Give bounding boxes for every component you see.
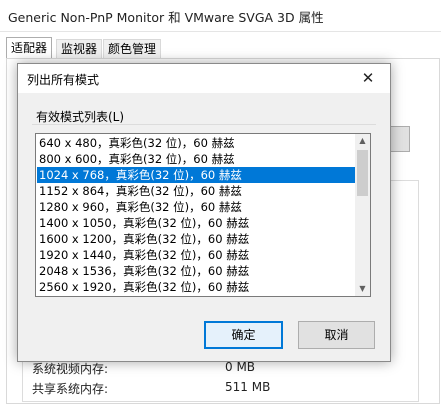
cancel-button[interactable]: 取消 xyxy=(298,321,375,349)
mode-listbox[interactable]: 640 x 480，真彩色(32 位)，60 赫兹 800 x 600，真彩色(3… xyxy=(35,133,371,297)
mode-list-item[interactable]: 2048 x 1536，真彩色(32 位)，60 赫兹 xyxy=(37,263,356,279)
shared-system-memory-value: 511 MB xyxy=(225,380,271,394)
ok-button[interactable]: 确定 xyxy=(204,321,283,349)
system-video-memory-value: 0 MB xyxy=(225,360,256,374)
parent-hidden-button[interactable] xyxy=(388,126,410,152)
mode-list-item[interactable]: 1400 x 1050，真彩色(32 位)，60 赫兹 xyxy=(37,215,356,231)
mode-list-item[interactable]: 1600 x 1200，真彩色(32 位)，60 赫兹 xyxy=(37,231,356,247)
mode-list-item[interactable]: 1920 x 1440，真彩色(32 位)，60 赫兹 xyxy=(37,247,356,263)
close-icon[interactable]: ✕ xyxy=(346,64,390,93)
mode-list-scrollbar[interactable]: ▲ ▼ xyxy=(355,134,370,296)
mode-list-item[interactable]: 2560 x 1920，真彩色(32 位)，60 赫兹 xyxy=(37,279,356,295)
parent-window-title: Generic Non-PnP Monitor 和 VMware SVGA 3D… xyxy=(8,10,324,25)
scroll-thumb[interactable] xyxy=(357,150,368,196)
parent-window-titlebar: Generic Non-PnP Monitor 和 VMware SVGA 3D… xyxy=(0,0,441,32)
dialog-title: 列出所有模式 xyxy=(27,73,100,87)
mode-list-item[interactable]: 1152 x 864，真彩色(32 位)，60 赫兹 xyxy=(37,183,356,199)
scroll-up-arrow-icon[interactable]: ▲ xyxy=(355,134,370,148)
mode-list-label: 有效模式列表(L) xyxy=(36,110,125,124)
mode-list-item[interactable]: 640 x 480，真彩色(32 位)，60 赫兹 xyxy=(37,135,356,151)
mode-list-item[interactable]: 800 x 600，真彩色(32 位)，60 赫兹 xyxy=(37,151,356,167)
dialog-titlebar: 列出所有模式 ✕ xyxy=(18,64,390,93)
tab-color-management[interactable]: 颜色管理 xyxy=(103,39,162,59)
scroll-down-arrow-icon[interactable]: ▼ xyxy=(355,282,370,296)
shared-system-memory-label: 共享系统内存: xyxy=(32,382,109,396)
tab-adapter[interactable]: 适配器 xyxy=(6,37,53,59)
mode-list-item[interactable]: 1024 x 768，真彩色(32 位)，60 赫兹 xyxy=(37,167,356,183)
list-all-modes-dialog: 列出所有模式 ✕ 有效模式列表(L) 640 x 480，真彩色(32 位)，6… xyxy=(17,63,391,362)
mode-list-item[interactable]: 1280 x 960，真彩色(32 位)，60 赫兹 xyxy=(37,199,356,215)
system-video-memory-label: 系统视频内存: xyxy=(32,362,109,376)
tab-monitor[interactable]: 监视器 xyxy=(56,39,103,59)
